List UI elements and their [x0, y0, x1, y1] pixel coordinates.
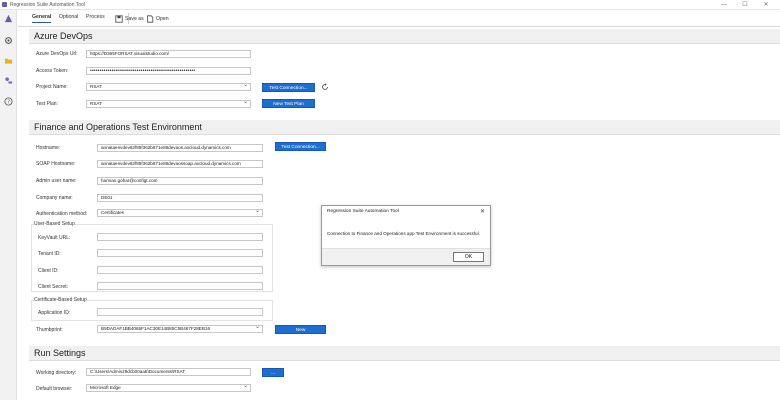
hostname-field[interactable]: annataenvdev62f89f362b671e88devaos.axclo…	[97, 144, 263, 152]
application-id-label: Application ID:	[38, 310, 71, 316]
fo-environment-title: Finance and Operations Test Environment	[34, 122, 202, 132]
open-label: Open	[156, 15, 169, 22]
run-settings-header: Run Settings	[29, 346, 780, 361]
tab-process[interactable]: Process	[86, 14, 105, 20]
certificate-based-setup-label: Certificate-Based Setup	[34, 297, 87, 303]
dialog-footer: OK	[322, 248, 490, 265]
new-certificate-button[interactable]: New	[275, 325, 326, 334]
tenant-id-label: Tenant ID:	[38, 251, 61, 257]
sidebar: ?	[0, 10, 17, 400]
auth-method-label: Authentication method:	[36, 211, 88, 217]
open-button[interactable]: Open	[146, 13, 169, 24]
refresh-icon[interactable]	[321, 83, 329, 91]
client-secret-label: Client Secret:	[38, 284, 69, 290]
toolbar: General Optional Process Save as Open	[18, 10, 780, 27]
help-icon[interactable]: ?	[4, 97, 13, 106]
new-test-plan-button[interactable]: New Test Plan	[262, 99, 315, 108]
user-based-setup-label: User-Based Setup	[34, 221, 75, 227]
thumbprint-label: Thumbprint:	[36, 327, 63, 333]
window-title: Regression Suite Automation Tool	[10, 2, 85, 8]
azure-test-connection-button[interactable]: Test Connection...	[262, 83, 315, 92]
dialog-title: Regression Suite Automation Tool	[327, 209, 399, 214]
fo-test-connection-button[interactable]: Test Connection...	[275, 142, 326, 151]
default-browser-select[interactable]: Microsoft Edge	[86, 384, 251, 392]
company-name-label: Company name:	[36, 195, 73, 201]
test-plan-label: Test Plan:	[36, 101, 58, 107]
working-directory-field[interactable]: C:\Users\Admin29dcb00aa5\Documents\RSAT	[86, 368, 251, 376]
save-as-button[interactable]: Save as	[115, 13, 144, 24]
test-plan-select[interactable]: RSAT	[86, 100, 251, 108]
application-id-field[interactable]	[97, 308, 263, 316]
gear-icon[interactable]	[4, 36, 13, 45]
tenant-id-field[interactable]	[97, 249, 263, 257]
admin-user-field[interactable]: hannan.gohar@configt.com	[97, 177, 263, 185]
folder-icon[interactable]	[4, 56, 13, 65]
dialog-message: Connection to Finance and Operations app…	[327, 231, 480, 236]
svg-text:?: ?	[7, 99, 10, 105]
app-logo-icon[interactable]	[4, 14, 13, 23]
working-directory-label: Working directory:	[36, 370, 77, 376]
hostname-label: Hostname:	[36, 145, 61, 151]
save-as-label: Save as	[125, 15, 144, 22]
client-id-field[interactable]	[97, 266, 263, 274]
default-browser-label: Default browser:	[36, 386, 73, 392]
company-name-field[interactable]: DE01	[97, 194, 263, 202]
soap-hostname-field[interactable]: annataenvdev62f89f362b671e88devaossoap.a…	[97, 160, 263, 168]
tab-optional[interactable]: Optional	[59, 14, 78, 20]
admin-user-label: Admin user name:	[36, 178, 77, 184]
close-window-button[interactable]: ✕	[758, 0, 774, 10]
fo-environment-header: Finance and Operations Test Environment	[29, 120, 780, 135]
azure-devops-title: Azure DevOps	[34, 31, 93, 41]
dialog-close-button[interactable]: ✕	[480, 208, 485, 215]
project-name-label: Project Name:	[36, 84, 68, 90]
browse-directory-button[interactable]: ...	[262, 368, 284, 377]
client-secret-field[interactable]	[97, 282, 263, 290]
minimize-button[interactable]: —	[716, 0, 732, 10]
keyvault-url-label: KeyVault URL:	[38, 235, 71, 241]
app-icon	[2, 2, 7, 7]
tools-icon[interactable]	[4, 76, 13, 85]
soap-hostname-label: SOAP Hostname:	[36, 161, 76, 167]
keyvault-url-field[interactable]	[97, 233, 263, 241]
maximize-button[interactable]: ☐	[737, 0, 753, 10]
azure-devops-header: Azure DevOps	[29, 29, 780, 44]
project-name-select[interactable]: RSAT	[86, 83, 251, 91]
title-bar: Regression Suite Automation Tool — ☐ ✕	[0, 0, 780, 10]
run-settings-title: Run Settings	[34, 348, 86, 358]
azure-url-field[interactable]: https://D365FORSAT.visualstudio.com/	[86, 50, 251, 58]
dialog-ok-button[interactable]: OK	[453, 252, 484, 262]
azure-url-label: Azure DevOps Url:	[36, 51, 78, 57]
save-icon	[115, 14, 123, 23]
auth-method-select[interactable]: Certificates	[97, 209, 263, 217]
connection-success-dialog: Regression Suite Automation Tool ✕ Conne…	[321, 205, 491, 266]
thumbprint-select[interactable]: B9DADAF1BB4065F1AC30E14B85C5B467F28EB16	[97, 325, 263, 333]
access-token-label: Access Token:	[36, 68, 69, 74]
tab-general[interactable]: General	[32, 14, 52, 23]
access-token-field[interactable]: ••••••••••••••••••••••••••••••••••••••••…	[86, 67, 251, 75]
client-id-label: Client ID:	[38, 268, 59, 274]
open-file-icon	[147, 14, 154, 23]
